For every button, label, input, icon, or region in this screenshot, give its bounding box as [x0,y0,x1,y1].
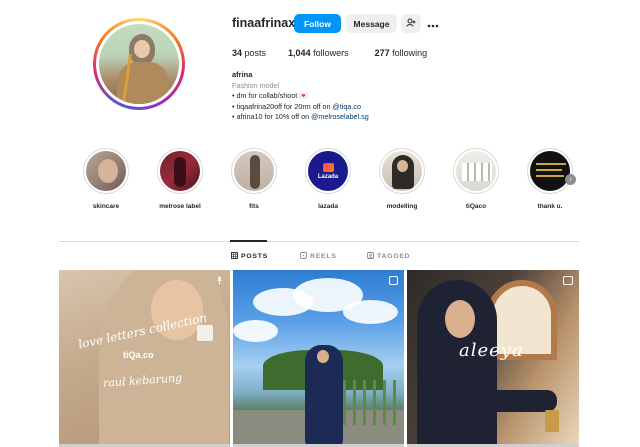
highlight-ring [453,148,499,194]
highlight-cover: Lazada [308,151,348,191]
tab-reels-label: REELS [310,253,337,260]
post-tile[interactable] [233,270,404,444]
highlight-ring [157,148,203,194]
pinned-icon [215,276,224,287]
grid-icon [231,252,238,261]
posts-count: 34 [232,48,243,58]
highlight-tiqaco[interactable]: tiQaco [446,148,506,210]
post-tile[interactable]: aleeya [407,270,579,444]
more-horizontal-icon [427,17,439,31]
highlight-ring [83,148,129,194]
follow-button[interactable]: Follow [294,14,341,33]
following-count: 277 [374,48,390,58]
tab-reels[interactable]: REELS [300,252,337,261]
highlight-fits[interactable]: fits [224,148,284,210]
tab-posts-label: POSTS [241,253,269,260]
bio-line-2: • tiqaafrina20off for 20rm off on @tiqa.… [232,102,369,113]
bio-category: Fashion model [232,80,280,90]
avatar-frame [96,21,182,107]
profile-stats: 34 posts 1,044 followers 277 following [232,48,427,58]
bio-mention-melrose[interactable]: @melroselabel.sg [311,112,369,121]
more-options-button[interactable] [426,14,440,33]
post-image-drink [545,410,559,432]
highlight-label: lazada [318,203,338,210]
following-stat[interactable]: 277 following [375,48,428,58]
posts-label: posts [244,48,267,58]
highlight-label: tiQaco [465,203,487,210]
bio-line-1: • dm for collab/shoot 💌 [232,91,309,100]
post-image-arm [477,390,557,412]
profile-username: finaafrinax [232,16,296,30]
post-image-face [317,350,329,363]
highlight-ring [231,148,277,194]
highlight-label: fits [249,203,259,210]
bio-line-3-text: • afrina10 for 10% off on [232,112,312,121]
avatar-face [134,40,150,58]
post-image-cloud [233,320,278,342]
post-tile[interactable]: love letters collection tiQa.co raul keb… [59,270,230,444]
post-caption-script: aleeya [459,340,524,361]
reels-icon [300,252,307,261]
posts-stat: 34 posts [232,48,266,58]
post-image-fence [333,380,403,425]
highlight-cover [530,151,570,191]
lazada-logo-icon [322,162,334,172]
highlight-ring [379,148,425,194]
followers-label: followers [313,48,349,58]
profile-bio: afrina Fashion model • dm for collab/sho… [232,70,369,123]
highlight-ring: Lazada [305,148,351,194]
bio-line-2-text: • tiqaafrina20off for 20rm off on [232,101,333,111]
highlight-label: melrose label [159,203,201,210]
tagged-icon [367,252,374,261]
highlight-lazada[interactable]: Lazada lazada [298,148,358,210]
post-image-face [445,300,475,338]
post-caption-brand: tiQa.co [123,350,154,360]
carousel-icon [389,276,398,285]
highlight-cover [86,151,126,191]
highlight-label: thank u. [537,203,563,210]
highlight-ring [527,148,573,194]
highlight-cover [456,151,496,191]
add-person-icon [406,18,416,29]
bio-line-3: • afrina10 for 10% off on @melroselabel.… [232,112,369,123]
suggested-accounts-button[interactable] [401,14,421,33]
highlight-label: modelling [386,203,418,210]
avatar-photo [99,24,179,104]
bio-mention-tiqa[interactable]: @tiqa.co [333,102,361,111]
tabs-divider [59,241,579,242]
highlight-skincare[interactable]: skincare [76,148,136,210]
following-label: following [392,48,428,58]
highlights-next-button[interactable]: › [565,174,576,185]
tab-posts[interactable]: POSTS [231,252,268,261]
post-image-cloud [343,300,398,324]
bio-name: afrina [232,70,253,79]
reel-icon [563,276,573,285]
message-button[interactable]: Message [346,14,397,33]
followers-stat[interactable]: 1,044 followers [288,48,349,58]
profile-avatar[interactable] [93,18,185,110]
highlight-cover [234,151,274,191]
highlight-cover [160,151,200,191]
tab-tagged[interactable]: TAGGED [367,252,410,261]
highlight-cover [382,151,422,191]
active-tab-indicator [230,240,267,242]
tab-tagged-label: TAGGED [377,253,411,260]
lazada-logo-text: Lazada [317,173,339,180]
highlight-melrose-label[interactable]: melrose label [150,148,210,210]
chevron-right-icon: › [569,176,572,183]
highlight-label: skincare [92,203,120,210]
highlight-modelling[interactable]: modelling [372,148,432,210]
followers-count: 1,044 [288,48,311,58]
